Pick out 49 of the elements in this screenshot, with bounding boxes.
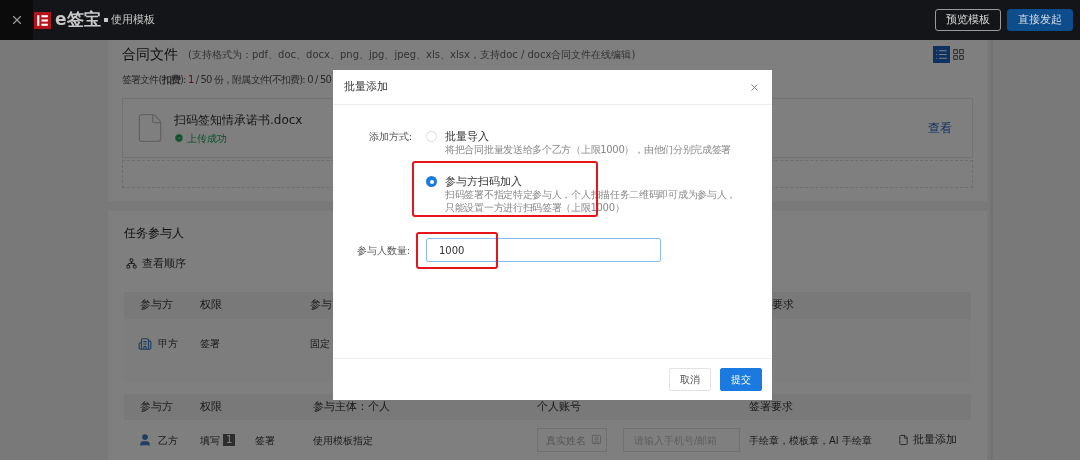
option-description: 将把合同批量发送给多个乙方（上限1000），由他们分别完成签署 [445,143,732,156]
section-title: 任务参与人 [124,224,185,242]
contact-icon [591,434,602,445]
column-header: 个人账号 [537,398,582,415]
radio-button[interactable] [426,131,437,142]
column-header: 签署要求 [749,398,794,415]
batch-add-link[interactable]: 批量添加 [913,431,957,449]
column-header: 权限 [200,297,223,314]
table-cell-text: 使用模板指定 [313,433,374,448]
field-label: 添加方式: [367,130,413,144]
hierarchy-icon [126,258,137,270]
file-count-text: 签署文件(扣费): 1 / 50 份，附属文件(不扣费): 0 / 50 [122,72,331,87]
column-header: 参与方 [139,297,174,314]
column-header: 参与主体：个人 [313,398,391,415]
file-name: 扫码签知情承诺书.docx [174,111,303,129]
brand-name: e签宝 [55,8,101,32]
success-icon [174,133,184,143]
header-button[interactable]: 直接发起 [1007,9,1073,31]
count-badge: 1 [223,434,236,446]
table-cell-text: 手绘章，模板章，AI 手绘章 [749,433,872,448]
column-header: 参与方 [139,398,174,415]
close-icon[interactable] [749,81,760,93]
permission-label: 签署 [255,433,276,448]
party-name: 乙方 [158,433,178,448]
radio-button[interactable] [426,176,437,187]
dialog-title: 批量添加 [344,78,388,95]
field-label: 参与人数量: [355,243,411,258]
option-label: 参与方扫码加入 [445,175,523,188]
header-button[interactable]: 预览模板 [935,9,1001,31]
option-label: 批量导入 [445,130,490,143]
file-icon [898,434,909,446]
section-title: 合同文件 [122,44,178,64]
column-header: 要求 [772,297,795,314]
logo-icon [34,11,51,29]
table-cell-text: 固定 [310,337,331,351]
column-header: 参与 [310,297,333,314]
column-header: 权限 [200,398,223,415]
page-title: 使用模板 [110,11,155,28]
person-icon [138,433,152,447]
permission-label: 填写 [200,433,220,448]
format-hint: (支持格式为：pdf、doc、docx、png、jpg、jpeg、xls、xlsx，支持doc / docx合同文件在线编辑) [188,47,636,62]
dialog-button[interactable]: 提交 [720,368,762,391]
permission-label: 签署 [200,337,220,351]
view-order-link[interactable]: 查看顺序 [142,255,186,272]
upload-status: 上传成功 [187,131,227,146]
building-icon [138,336,152,351]
party-name: 甲方 [158,337,178,351]
participant-count-field[interactable]: 1000 [426,238,661,262]
dialog-button[interactable]: 取消 [669,368,711,391]
